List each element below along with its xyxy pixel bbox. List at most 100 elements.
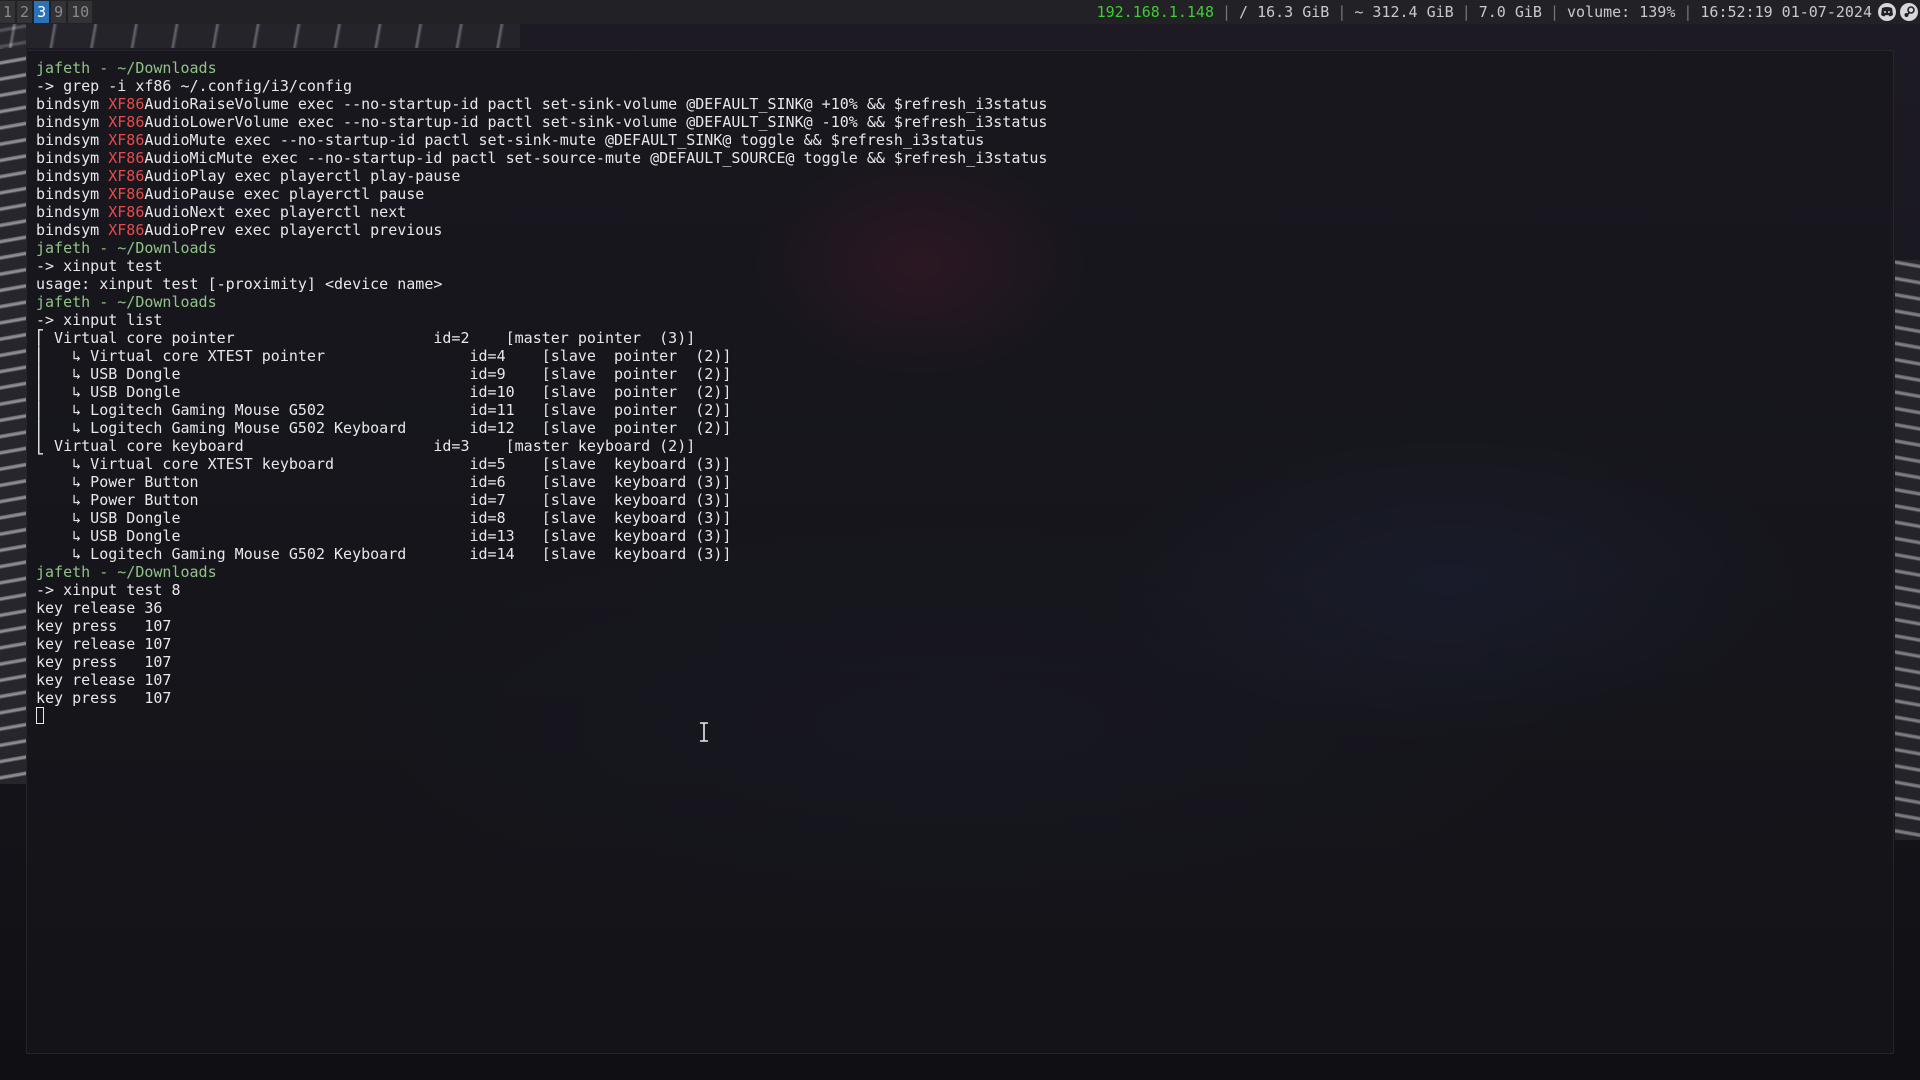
wallpaper-stripes-right (1895, 260, 1920, 840)
grep-match: XF86 (108, 131, 145, 149)
home-disk-status: ~ 312.4 GiB (1354, 3, 1454, 21)
terminal-line: bindsym XF86AudioPlay exec playerctl pla… (36, 167, 1047, 185)
terminal-line: ⎡ Virtual core pointer id=2 [master poin… (36, 329, 1047, 347)
grep-match: XF86 (108, 95, 145, 113)
grep-match: XF86 (108, 221, 145, 239)
terminal-line: -> xinput list (36, 311, 1047, 329)
terminal-line: key press 107 (36, 653, 1047, 671)
terminal-text: ↳ Power Button id=6 [slave keyboard (3)] (36, 473, 732, 491)
terminal-line: bindsym XF86AudioNext exec playerctl nex… (36, 203, 1047, 221)
terminal-text: bindsym (36, 131, 109, 149)
terminal-text: ⎣ Virtual core keyboard id=3 [master key… (36, 437, 696, 455)
steam-icon[interactable] (1900, 3, 1918, 21)
terminal-text: bindsym (36, 185, 109, 203)
terminal-text: AudioMicMute exec --no-startup-id pactl … (144, 149, 1048, 167)
terminal-line: ↳ Logitech Gaming Mouse G502 Keyboard id… (36, 545, 1047, 563)
terminal-line: jafeth - ~/Downloads (36, 59, 1047, 77)
status-separator: | (1337, 3, 1347, 21)
terminal-text: AudioRaiseVolume exec --no-startup-id pa… (144, 95, 1048, 113)
grep-match: XF86 (108, 149, 145, 167)
terminal-line: key press 107 (36, 617, 1047, 635)
terminal-text: ↳ Logitech Gaming Mouse G502 Keyboard id… (36, 545, 732, 563)
terminal-block-cursor (36, 707, 44, 724)
terminal-text: ⎜ ↳ USB Dongle id=9 [slave pointer (2)] (36, 365, 732, 383)
terminal-text: key release 107 (36, 671, 172, 689)
workspace-button-2[interactable]: 2 (17, 1, 33, 23)
terminal-line: -> xinput test 8 (36, 581, 1047, 599)
terminal-text: bindsym (36, 221, 109, 239)
terminal-text: -> xinput test (36, 257, 163, 275)
terminal-text: AudioPause exec playerctl pause (144, 185, 425, 203)
terminal-line: ⎣ Virtual core keyboard id=3 [master key… (36, 437, 1047, 455)
workspace-list: 1 2 3 9 10 (0, 1, 94, 23)
terminal-text: ⎜ ↳ Logitech Gaming Mouse G502 id=11 [sl… (36, 401, 732, 419)
memory-status: 7.0 GiB (1478, 3, 1542, 21)
root-disk-status: / 16.3 GiB (1239, 3, 1330, 21)
terminal-text: ↳ USB Dongle id=8 [slave keyboard (3)] (36, 509, 732, 527)
terminal-line: bindsym XF86AudioRaiseVolume exec --no-s… (36, 95, 1047, 113)
terminal-text: -> xinput list (36, 311, 163, 329)
terminal-line: bindsym XF86AudioPause exec playerctl pa… (36, 185, 1047, 203)
terminal-text: -> xinput test 8 (36, 581, 181, 599)
i3-bar: 1 2 3 9 10 192.168.1.148 | / 16.3 GiB | … (0, 0, 1920, 24)
terminal-line: ⎜ ↳ USB Dongle id=10 [slave pointer (2)] (36, 383, 1047, 401)
grep-match: XF86 (108, 203, 145, 221)
terminal-text: ↳ USB Dongle id=13 [slave keyboard (3)] (36, 527, 732, 545)
volume-status: volume: 139% (1567, 3, 1676, 21)
terminal-line: -> xinput test (36, 257, 1047, 275)
grep-match: XF86 (108, 185, 145, 203)
terminal-text: bindsym (36, 203, 109, 221)
terminal-line: -> grep -i xf86 ~/.config/i3/config (36, 77, 1047, 95)
terminal-line: key release 107 (36, 671, 1047, 689)
terminal-text: ⎜ ↳ Logitech Gaming Mouse G502 Keyboard … (36, 419, 732, 437)
terminal-text: key press 107 (36, 689, 172, 707)
terminal-text: key release 36 (36, 599, 163, 617)
terminal-text: bindsym (36, 167, 109, 185)
terminal-text: -> grep -i xf86 ~/.config/i3/config (36, 77, 353, 95)
workspace-button-10[interactable]: 10 (68, 1, 93, 23)
terminal-output: jafeth - ~/Downloads -> grep -i xf86 ~/.c… (36, 59, 1047, 725)
wallpaper-stripes-left (0, 24, 26, 784)
shell-prompt: jafeth - ~/Downloads (36, 239, 217, 257)
terminal-text: AudioPlay exec playerctl play-pause (144, 167, 461, 185)
terminal-text: ↳ Virtual core XTEST keyboard id=5 [slav… (36, 455, 732, 473)
shell-prompt: jafeth - ~/Downloads (36, 293, 217, 311)
terminal-line: bindsym XF86AudioMicMute exec --no-start… (36, 149, 1047, 167)
terminal-text: AudioLowerVolume exec --no-startup-id pa… (144, 113, 1048, 131)
terminal-line: usage: xinput test [-proximity] <device … (36, 275, 1047, 293)
text-cursor-ibeam-icon (700, 722, 708, 742)
status-separator: | (1222, 3, 1232, 21)
terminal-line: ⎜ ↳ Virtual core XTEST pointer id=4 [sla… (36, 347, 1047, 365)
workspace-button-1[interactable]: 1 (0, 1, 16, 23)
terminal-text: ⎡ Virtual core pointer id=2 [master poin… (36, 329, 696, 347)
terminal-line: ↳ Virtual core XTEST keyboard id=5 [slav… (36, 455, 1047, 473)
terminal-line: ⎜ ↳ Logitech Gaming Mouse G502 Keyboard … (36, 419, 1047, 437)
grep-match: XF86 (108, 167, 145, 185)
grep-match: XF86 (108, 113, 145, 131)
terminal-line: ↳ Power Button id=7 [slave keyboard (3)] (36, 491, 1047, 509)
terminal-text: AudioMute exec --no-startup-id pactl set… (144, 131, 985, 149)
status-separator: | (1461, 3, 1471, 21)
workspace-button-9[interactable]: 9 (51, 1, 67, 23)
terminal-line: key press 107 (36, 689, 1047, 707)
terminal-text: key release 107 (36, 635, 172, 653)
terminal-text: ⎜ ↳ USB Dongle id=10 [slave pointer (2)] (36, 383, 732, 401)
discord-icon[interactable] (1878, 3, 1896, 21)
terminal-line: bindsym XF86AudioPrev exec playerctl pre… (36, 221, 1047, 239)
system-tray (1878, 3, 1918, 21)
terminal-line: ↳ USB Dongle id=8 [slave keyboard (3)] (36, 509, 1047, 527)
terminal-text: usage: xinput test [-proximity] <device … (36, 275, 443, 293)
terminal-window[interactable]: jafeth - ~/Downloads -> grep -i xf86 ~/.c… (26, 50, 1894, 1054)
wallpaper-stripes-top (0, 24, 520, 48)
terminal-line: bindsym XF86AudioLowerVolume exec --no-s… (36, 113, 1047, 131)
ip-address-status: 192.168.1.148 (1096, 3, 1214, 21)
workspace-button-3[interactable]: 3 (34, 1, 50, 23)
status-blocks: 192.168.1.148 | / 16.3 GiB | ~ 312.4 GiB… (1097, 0, 1872, 24)
terminal-line: ↳ USB Dongle id=13 [slave keyboard (3)] (36, 527, 1047, 545)
terminal-text: AudioPrev exec playerctl previous (144, 221, 443, 239)
terminal-line: ↳ Power Button id=6 [slave keyboard (3)] (36, 473, 1047, 491)
terminal-line: jafeth - ~/Downloads (36, 563, 1047, 581)
terminal-line: bindsym XF86AudioMute exec --no-startup-… (36, 131, 1047, 149)
status-separator: | (1549, 3, 1559, 21)
terminal-line: ⎜ ↳ Logitech Gaming Mouse G502 id=11 [sl… (36, 401, 1047, 419)
